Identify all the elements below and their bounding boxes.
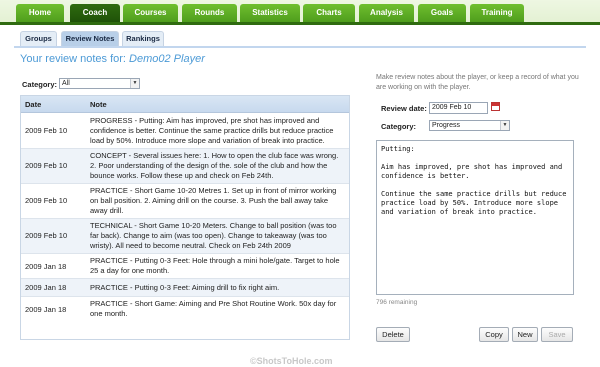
sub-nav: Groups Review Notes Rankings — [0, 28, 600, 48]
category-select[interactable]: Progress ▼ — [429, 120, 510, 131]
new-button[interactable]: New — [512, 327, 538, 342]
row-date: 2009 Jan 18 — [25, 262, 67, 271]
nav-tab-goals[interactable]: Goals — [418, 4, 466, 22]
sub-nav-underline — [14, 46, 586, 48]
nav-tab-analysis[interactable]: Analysis — [359, 4, 414, 22]
watermark: ©ShotsToHole.com — [250, 356, 333, 366]
nav-tab-statistics[interactable]: Statistics — [240, 4, 300, 22]
table-row[interactable]: 2009 Feb 10 CONCEPT - Several issues her… — [21, 149, 349, 184]
chevron-down-icon: ▼ — [130, 79, 139, 88]
page-title-prefix: Your review notes for: — [20, 53, 126, 65]
nav-tab-rounds[interactable]: Rounds — [182, 4, 237, 22]
row-date: 2009 Jan 18 — [25, 283, 67, 292]
row-note: PRACTICE - Short Game 10-20 Metres 1. Se… — [90, 186, 337, 215]
category-filter-select[interactable]: All ▼ — [59, 78, 140, 89]
review-notes-table: Date Note 2009 Feb 10 PROGRESS - Putting… — [20, 95, 350, 340]
nav-tab-training[interactable]: Training — [470, 4, 524, 22]
copy-button[interactable]: Copy — [479, 327, 509, 342]
subtab-review-notes[interactable]: Review Notes — [61, 31, 119, 46]
column-header-note: Note — [90, 100, 107, 109]
chevron-down-icon: ▼ — [500, 121, 509, 130]
review-date-input[interactable]: 2009 Feb 10 — [429, 102, 488, 114]
row-note: PRACTICE - Short Game: Aiming and Pre Sh… — [90, 299, 337, 318]
table-row[interactable]: 2009 Feb 10 TECHNICAL - Short Game 10-20… — [21, 219, 349, 254]
table-row[interactable]: 2009 Jan 18 PRACTICE - Putting 0-3 Feet:… — [21, 254, 349, 279]
subtab-rankings[interactable]: Rankings — [122, 31, 164, 46]
row-note: PROGRESS - Putting: Aim has improved, pr… — [90, 116, 334, 145]
nav-tab-charts[interactable]: Charts — [303, 4, 355, 22]
subtab-groups[interactable]: Groups — [20, 31, 57, 46]
nav-tab-coach[interactable]: Coach — [70, 4, 120, 22]
table-row[interactable]: 2009 Feb 10 PROGRESS - Putting: Aim has … — [21, 114, 349, 149]
top-nav-underline — [0, 22, 600, 25]
category-filter-label: Category: — [22, 80, 58, 89]
player-name: Demo02 Player — [129, 53, 205, 65]
row-note: CONCEPT - Several issues here: 1. How to… — [90, 151, 339, 180]
row-note: PRACTICE - Putting 0-3 Feet: Hole throug… — [90, 256, 340, 275]
nav-tab-courses[interactable]: Courses — [123, 4, 178, 22]
editor-help-text: Make review notes about the player, or k… — [376, 74, 579, 91]
row-date: 2009 Feb 10 — [25, 196, 68, 205]
row-note: TECHNICAL - Short Game 10-20 Meters. Cha… — [90, 221, 337, 250]
top-nav: Home Coach Courses Rounds Statistics Cha… — [0, 0, 600, 26]
column-header-date: Date — [25, 100, 42, 109]
calendar-icon[interactable] — [491, 102, 500, 111]
category-label: Category: — [381, 122, 417, 131]
delete-button[interactable]: Delete — [376, 327, 410, 342]
nav-tab-home[interactable]: Home — [16, 4, 64, 22]
table-row[interactable]: 2009 Jan 18 PRACTICE - Putting 0-3 Feet:… — [21, 279, 349, 297]
row-date: 2009 Jan 18 — [25, 305, 67, 314]
row-note: PRACTICE - Putting 0-3 Feet: Aiming dril… — [90, 283, 280, 292]
category-filter-value: All — [62, 80, 70, 87]
category-select-value: Progress — [432, 122, 461, 129]
row-date: 2009 Feb 10 — [25, 126, 68, 135]
table-header: Date Note — [21, 96, 349, 113]
row-date: 2009 Feb 10 — [25, 231, 68, 240]
save-button[interactable]: Save — [541, 327, 573, 342]
row-date: 2009 Feb 10 — [25, 161, 68, 170]
review-date-label: Review date: — [381, 104, 427, 113]
page-title: Your review notes for: Demo02 Player — [20, 53, 205, 65]
table-row[interactable]: 2009 Feb 10 PRACTICE - Short Game 10-20 … — [21, 184, 349, 219]
notes-textarea[interactable]: Putting: Aim has improved, pre shot has … — [376, 140, 574, 295]
table-row[interactable]: 2009 Jan 18 PRACTICE - Short Game: Aimin… — [21, 297, 349, 322]
characters-remaining: 796 remaining — [376, 299, 418, 306]
